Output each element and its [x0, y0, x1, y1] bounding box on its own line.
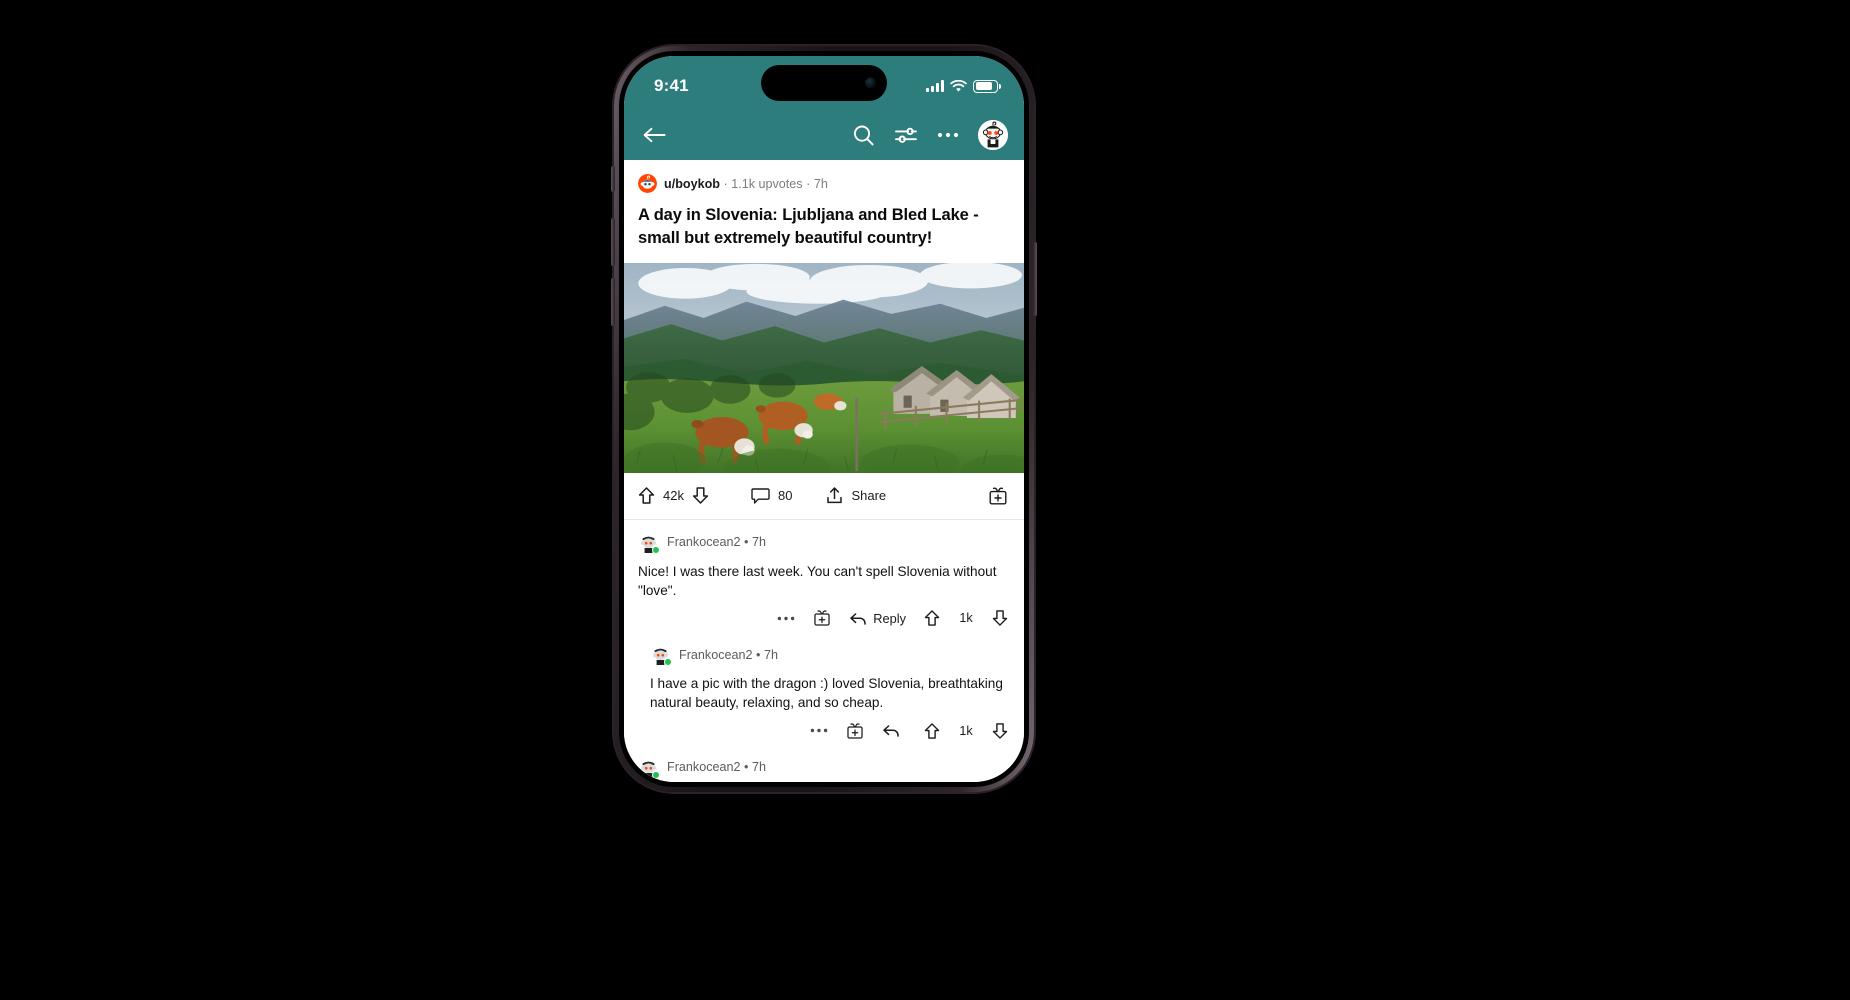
- comment-reply-button[interactable]: [882, 723, 906, 738]
- post-feed[interactable]: u/boykob · 1.1k upvotes · 7h A day in Sl…: [624, 160, 1024, 782]
- reply-arrow-icon: [882, 723, 900, 738]
- comment-header: Frankocean2 • 7h: [650, 644, 1010, 667]
- award-gift-icon[interactable]: [813, 609, 831, 627]
- share-icon: [826, 486, 843, 505]
- wifi-icon: [950, 79, 967, 93]
- comment-age: 7h: [751, 535, 766, 550]
- volume-down-button[interactable]: [611, 278, 615, 326]
- post-comment-count: 80: [777, 488, 793, 504]
- post-meta: u/boykob · 1.1k upvotes · 7h: [638, 174, 1010, 193]
- dynamic-island: [761, 65, 887, 101]
- comment-meta: Frankocean2 • 7h: [667, 760, 766, 774]
- post-score: 42k: [663, 488, 684, 504]
- post-vote-group: 42k: [638, 486, 709, 505]
- search-icon[interactable]: [852, 124, 875, 147]
- comment-action-row: Reply 1k: [638, 600, 1010, 632]
- post-share-button[interactable]: Share: [826, 486, 886, 505]
- downvote-arrow-icon[interactable]: [992, 609, 1008, 627]
- more-options-icon[interactable]: [777, 616, 795, 621]
- commenter-name[interactable]: Frankocean2: [667, 535, 741, 549]
- award-gift-icon[interactable]: [846, 722, 864, 740]
- award-gift-icon[interactable]: [988, 486, 1008, 506]
- comment-separator: •: [744, 760, 749, 775]
- post-title[interactable]: A day in Slovenia: Ljubljana and Bled La…: [638, 204, 1010, 250]
- phone-screen: 9:41 u/boykob · 1.1k upvotes · 7h A day …: [624, 56, 1024, 782]
- silent-switch[interactable]: [611, 166, 615, 192]
- comment-thread-item: Frankocean2 • 7h I mean I visited in 201…: [624, 745, 1024, 782]
- post-image[interactable]: [624, 262, 1024, 473]
- commenter-name[interactable]: Frankocean2: [679, 648, 753, 662]
- power-button[interactable]: [1033, 242, 1037, 316]
- comment-body: Nice! I was there last week. You can't s…: [638, 563, 997, 598]
- comment-age: 7h: [763, 647, 778, 662]
- commenter-avatar[interactable]: [638, 531, 660, 554]
- status-clock: 9:41: [654, 76, 689, 95]
- volume-up-button[interactable]: [611, 218, 615, 266]
- comment-age: 7h: [751, 760, 766, 775]
- app-navigation-bar: [624, 110, 1024, 160]
- phone-mockup: 9:41 u/boykob · 1.1k upvotes · 7h A day …: [611, 46, 1037, 792]
- post-author-name[interactable]: u/boykob: [664, 177, 720, 191]
- downvote-arrow-icon[interactable]: [992, 722, 1008, 740]
- comment-thread-item: Frankocean2 • 7h I have a pic with the d…: [624, 632, 1024, 745]
- comment-bubble-icon: [751, 487, 770, 505]
- comment-meta: Frankocean2 • 7h: [679, 648, 778, 662]
- post-comments-button[interactable]: 80: [751, 487, 792, 505]
- post-share-label: Share: [851, 488, 887, 504]
- reply-arrow-icon: [849, 611, 867, 626]
- post-container: u/boykob · 1.1k upvotes · 7h A day in Sl…: [624, 160, 1024, 250]
- post-age: 7h: [813, 176, 828, 191]
- nav-actions: [852, 120, 1008, 150]
- sort-filter-icon[interactable]: [894, 125, 918, 145]
- commenter-name[interactable]: Frankocean2: [667, 760, 741, 774]
- downvote-arrow-icon[interactable]: [692, 486, 709, 505]
- cellular-signal-icon: [926, 80, 944, 92]
- status-bar: 9:41: [624, 56, 1024, 110]
- battery-icon: [973, 79, 1001, 93]
- comment-body: I have a pic with the dragon :) loved Sl…: [650, 676, 1003, 711]
- upvote-arrow-icon[interactable]: [638, 486, 655, 505]
- upvote-arrow-icon[interactable]: [924, 609, 940, 627]
- post-meta-text: u/boykob · 1.1k upvotes · 7h: [664, 177, 828, 191]
- comment-vote-count: 1k: [959, 723, 973, 738]
- meta-separator-2: ·: [806, 176, 811, 191]
- comment-reply-button[interactable]: Reply: [849, 611, 906, 626]
- online-status-dot: [652, 545, 660, 554]
- commenter-avatar[interactable]: [650, 644, 672, 667]
- post-author-avatar[interactable]: [638, 174, 657, 193]
- comment-header: Frankocean2 • 7h: [638, 756, 1010, 779]
- post-action-bar: 42k 80 Share: [624, 473, 1024, 519]
- comment-meta: Frankocean2 • 7h: [667, 535, 766, 549]
- comment-vote-count: 1k: [959, 611, 973, 626]
- upvote-arrow-icon[interactable]: [924, 722, 940, 740]
- screenshot-stage: 9:41 u/boykob · 1.1k upvotes · 7h A day …: [0, 0, 1850, 1000]
- status-indicators: [926, 74, 1001, 93]
- online-status-dot: [652, 770, 660, 779]
- commenter-avatar[interactable]: [638, 756, 660, 779]
- comment-reply-label: Reply: [873, 610, 906, 626]
- post-upvotes-meta: 1.1k upvotes: [731, 176, 803, 191]
- more-options-icon[interactable]: [810, 728, 828, 733]
- comment-separator: •: [756, 647, 761, 662]
- back-arrow-icon[interactable]: [642, 125, 667, 145]
- user-avatar-icon[interactable]: [978, 120, 1008, 150]
- comment-thread-item: Frankocean2 • 7h Nice! I was there last …: [624, 520, 1024, 633]
- meta-separator-1: ·: [723, 176, 728, 191]
- more-options-icon[interactable]: [937, 132, 959, 138]
- comment-header: Frankocean2 • 7h: [638, 531, 1010, 554]
- comment-separator: •: [744, 535, 749, 550]
- comment-action-row: 1k: [650, 713, 1010, 745]
